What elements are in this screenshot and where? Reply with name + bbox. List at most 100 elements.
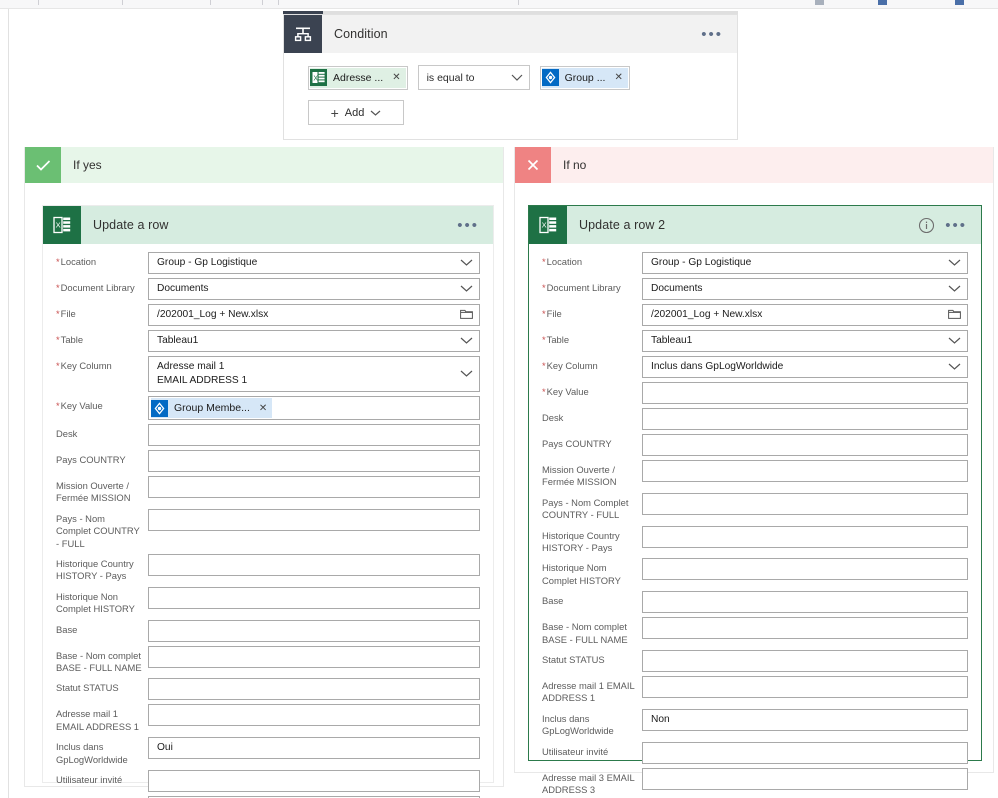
canvas-left-rule: [8, 9, 9, 798]
update-row-2-header[interactable]: X Update a row 2 •••: [529, 206, 981, 244]
form-row: Base - Nom complet BASE - FULL NAME: [56, 645, 480, 675]
form-row: Utilisateur invité: [542, 741, 968, 764]
field-text-input-desk[interactable]: [642, 408, 968, 430]
form-row: Pays - Nom Complet COUNTRY - FULL: [542, 492, 968, 522]
field-text-input-adresse-mail-3-email-address-3[interactable]: [642, 767, 968, 790]
form-row: Desk: [542, 408, 968, 430]
field-label-base-nom-complet-base-full-name: Base - Nom complet BASE - FULL NAME: [56, 649, 142, 674]
form-row: Mission Ouverte / Fermée MISSION: [56, 476, 480, 505]
field-text-input-mission-ouverte-ferm-e-mission[interactable]: [148, 476, 480, 498]
update-row-2-menu-button[interactable]: •••: [945, 218, 981, 233]
field-dropdown-document-library[interactable]: Documents: [148, 278, 480, 300]
form-row: *Key Column Inclus dans GpLogWorldwide: [542, 356, 968, 378]
field-label-base: Base: [56, 623, 78, 635]
field-file-picker-file[interactable]: /202001_Log + New.xlsx: [148, 304, 480, 326]
excel-icon: X: [43, 206, 81, 244]
condition-card[interactable]: Condition ••• X Adresse ... ✕ is equal t…: [283, 14, 738, 140]
update-row-1-header[interactable]: X Update a row •••: [43, 206, 493, 244]
close-icon[interactable]: ✕: [389, 72, 400, 83]
field-label-location: *Location: [542, 256, 583, 267]
field-label-historique-country-history-pays: Historique Country HISTORY - Pays: [542, 529, 620, 554]
field-text-input-inclus-dans-gplogworldwide[interactable]: Oui: [148, 737, 480, 760]
field-label-location: *Location: [56, 256, 97, 267]
close-icon[interactable]: ✕: [611, 72, 622, 83]
required-marker: *: [56, 256, 60, 267]
field-text-input-pays-country[interactable]: [148, 450, 480, 472]
excel-icon: X: [529, 206, 567, 244]
field-text-input-inclus-dans-gplogworldwide[interactable]: Non: [642, 708, 968, 731]
field-dropdown-location[interactable]: Group - Gp Logistique: [642, 252, 968, 274]
field-text-input-key-value[interactable]: [642, 382, 968, 404]
condition-left-operand[interactable]: X Adresse ... ✕: [308, 65, 408, 90]
field-text-input-pays-country[interactable]: [642, 434, 968, 456]
field-text-input-pays-nom-complet-country-full[interactable]: [642, 492, 968, 515]
field-dropdown-key-column[interactable]: Inclus dans GpLogWorldwide: [642, 356, 968, 378]
field-text-input-historique-country-history-pays[interactable]: [148, 554, 480, 577]
field-dropdown-table[interactable]: Tableau1: [642, 330, 968, 352]
folder-icon[interactable]: [460, 308, 473, 322]
form-row: Historique Non Complet HISTORY: [56, 586, 480, 616]
chevron-down-icon: [948, 336, 961, 347]
field-dropdown-key-column[interactable]: Adresse mail 1 EMAIL ADDRESS 1: [148, 356, 480, 392]
form-row: Adresse mail 1 EMAIL ADDRESS 1: [56, 704, 480, 733]
token-excel-adresse[interactable]: X Adresse ... ✕: [310, 67, 406, 88]
close-icon[interactable]: ✕: [256, 403, 267, 414]
field-label-table: *Table: [542, 334, 570, 345]
field-text-input-pays-nom-complet-country-full[interactable]: [148, 508, 480, 531]
chevron-down-icon: [948, 362, 961, 373]
condition-menu-button[interactable]: •••: [701, 27, 737, 42]
form-row: *File/202001_Log + New.xlsx: [56, 304, 480, 326]
condition-operator-dropdown[interactable]: is equal to: [417, 65, 530, 90]
condition-title: Condition: [334, 27, 388, 41]
chevron-down-icon: [460, 258, 473, 269]
form-row: *Key Value: [542, 382, 968, 404]
condition-right-operand[interactable]: Group ... ✕: [539, 65, 630, 90]
field-text-input-historique-non-complet-history[interactable]: [148, 586, 480, 609]
condition-card-header[interactable]: Condition •••: [284, 15, 737, 53]
field-text-input-base[interactable]: [642, 591, 968, 614]
branch-if-yes-label: If yes: [73, 158, 102, 172]
token-sharepoint-group[interactable]: Group ... ✕: [541, 67, 628, 88]
field-text-input-base-nom-complet-base-full-name[interactable]: [148, 645, 480, 668]
field-text-input-mission-ouverte-ferm-e-mission[interactable]: [642, 460, 968, 482]
field-text-input-desk[interactable]: [148, 424, 480, 446]
action-card-update-a-row[interactable]: X Update a row ••• *Location Group - Gp L…: [42, 205, 494, 798]
field-dropdown-table[interactable]: Tableau1: [148, 330, 480, 352]
token-label: Group ...: [564, 71, 606, 84]
field-dropdown-document-library[interactable]: Documents: [642, 278, 968, 300]
form-row: Pays - Nom Complet COUNTRY - FULL: [56, 508, 480, 550]
field-file-picker-file[interactable]: /202001_Log + New.xlsx: [642, 304, 968, 326]
add-condition-button[interactable]: + Add: [308, 100, 404, 125]
field-label-adresse-mail-3-email-address-3: Adresse mail 3 EMAIL ADDRESS 3: [542, 771, 635, 796]
field-text-input-adresse-mail-1-email-address-1[interactable]: [148, 704, 480, 727]
field-text-input-base-nom-complet-base-full-name[interactable]: [642, 617, 968, 640]
field-text-input-adresse-mail-1-email-address-1[interactable]: [642, 676, 968, 699]
condition-icon: [284, 15, 322, 53]
field-label-pays-country: Pays COUNTRY: [542, 438, 612, 449]
field-label-historique-country-history-pays: Historique Country HISTORY - Pays: [56, 558, 134, 582]
field-text-input-historique-nom-complet-history[interactable]: [642, 558, 968, 581]
required-marker: *: [56, 334, 60, 345]
field-text-input-utilisateur-invit[interactable]: [148, 770, 480, 793]
field-text-input-statut-status[interactable]: [642, 650, 968, 673]
folder-icon[interactable]: [948, 308, 961, 322]
update-row-1-title: Update a row: [93, 218, 169, 232]
action-card-update-a-row-2[interactable]: X Update a row 2 ••• *Location Group - Gp…: [528, 205, 982, 795]
field-token-field-key-value[interactable]: Group Membe... ✕: [148, 396, 480, 420]
field-label-historique-non-complet-history: Historique Non Complet HISTORY: [56, 590, 135, 615]
info-icon[interactable]: [918, 217, 935, 234]
field-text-input-base[interactable]: [148, 619, 480, 642]
field-text-input-utilisateur-invit[interactable]: [642, 741, 968, 764]
svg-text:X: X: [56, 220, 61, 229]
field-label-key-value: *Key Value: [56, 400, 103, 411]
field-label-file: *File: [542, 308, 562, 319]
update-row-1-menu-button[interactable]: •••: [457, 218, 493, 233]
token-sharepoint-group-member[interactable]: Group Membe... ✕: [151, 398, 273, 418]
form-row: Historique Country HISTORY - Pays: [56, 554, 480, 583]
field-text-input-statut-status[interactable]: [148, 678, 480, 701]
chevron-down-icon: [948, 284, 961, 295]
field-label-utilisateur-invit: Utilisateur invité: [56, 774, 123, 786]
field-text-input-historique-country-history-pays[interactable]: [642, 525, 968, 548]
required-marker: *: [56, 360, 60, 371]
field-dropdown-location[interactable]: Group - Gp Logistique: [148, 252, 480, 274]
